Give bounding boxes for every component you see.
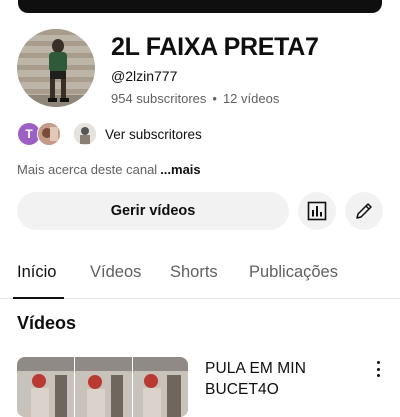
avatar-photo (17, 29, 95, 107)
subscriber-avatar (73, 122, 97, 146)
bar-chart-icon (307, 201, 327, 221)
subscriber-avatar (37, 122, 61, 146)
edit-channel-button[interactable] (345, 192, 383, 230)
channel-avatar[interactable] (17, 29, 95, 107)
channel-about[interactable]: Mais acerca deste canal ...mais (17, 162, 201, 177)
stats-separator: • (212, 91, 217, 106)
active-tab-indicator (13, 297, 64, 299)
channel-banner (18, 0, 382, 13)
section-title: Vídeos (17, 313, 77, 333)
channel-handle: @2lzin777 (111, 68, 178, 84)
manage-videos-button[interactable]: Gerir vídeos (17, 192, 289, 230)
video-thumbnail[interactable] (17, 357, 188, 417)
channel-stats: 954 subscritores • 12 vídeos (111, 91, 279, 106)
tab-posts[interactable]: Publicações (249, 263, 338, 282)
channel-name: 2L FAIXA PRETA7 (111, 33, 319, 61)
thumbnail-frame (75, 357, 133, 417)
analytics-button[interactable] (298, 192, 336, 230)
view-subscribers-link[interactable]: Ver subscritores (105, 127, 202, 142)
tab-home[interactable]: Início (17, 263, 56, 282)
subscriber-count: 954 subscritores (111, 91, 207, 106)
channel-tabs: Início Vídeos Shorts Publicações (0, 256, 400, 299)
video-title[interactable]: PULA EM MIN BUCET4O (205, 358, 355, 400)
thumbnail-frame (17, 357, 75, 417)
tab-videos[interactable]: Vídeos (90, 263, 141, 282)
about-more-link[interactable]: ...mais (160, 162, 200, 177)
pencil-icon (356, 203, 372, 219)
tab-shorts[interactable]: Shorts (170, 263, 218, 282)
video-count: 12 vídeos (222, 91, 280, 106)
about-text: Mais acerca deste canal (17, 162, 158, 177)
thumbnail-frame (133, 357, 188, 417)
more-options-icon[interactable] (372, 360, 384, 378)
view-subscribers-row[interactable]: T Ver subscritores (17, 121, 202, 147)
